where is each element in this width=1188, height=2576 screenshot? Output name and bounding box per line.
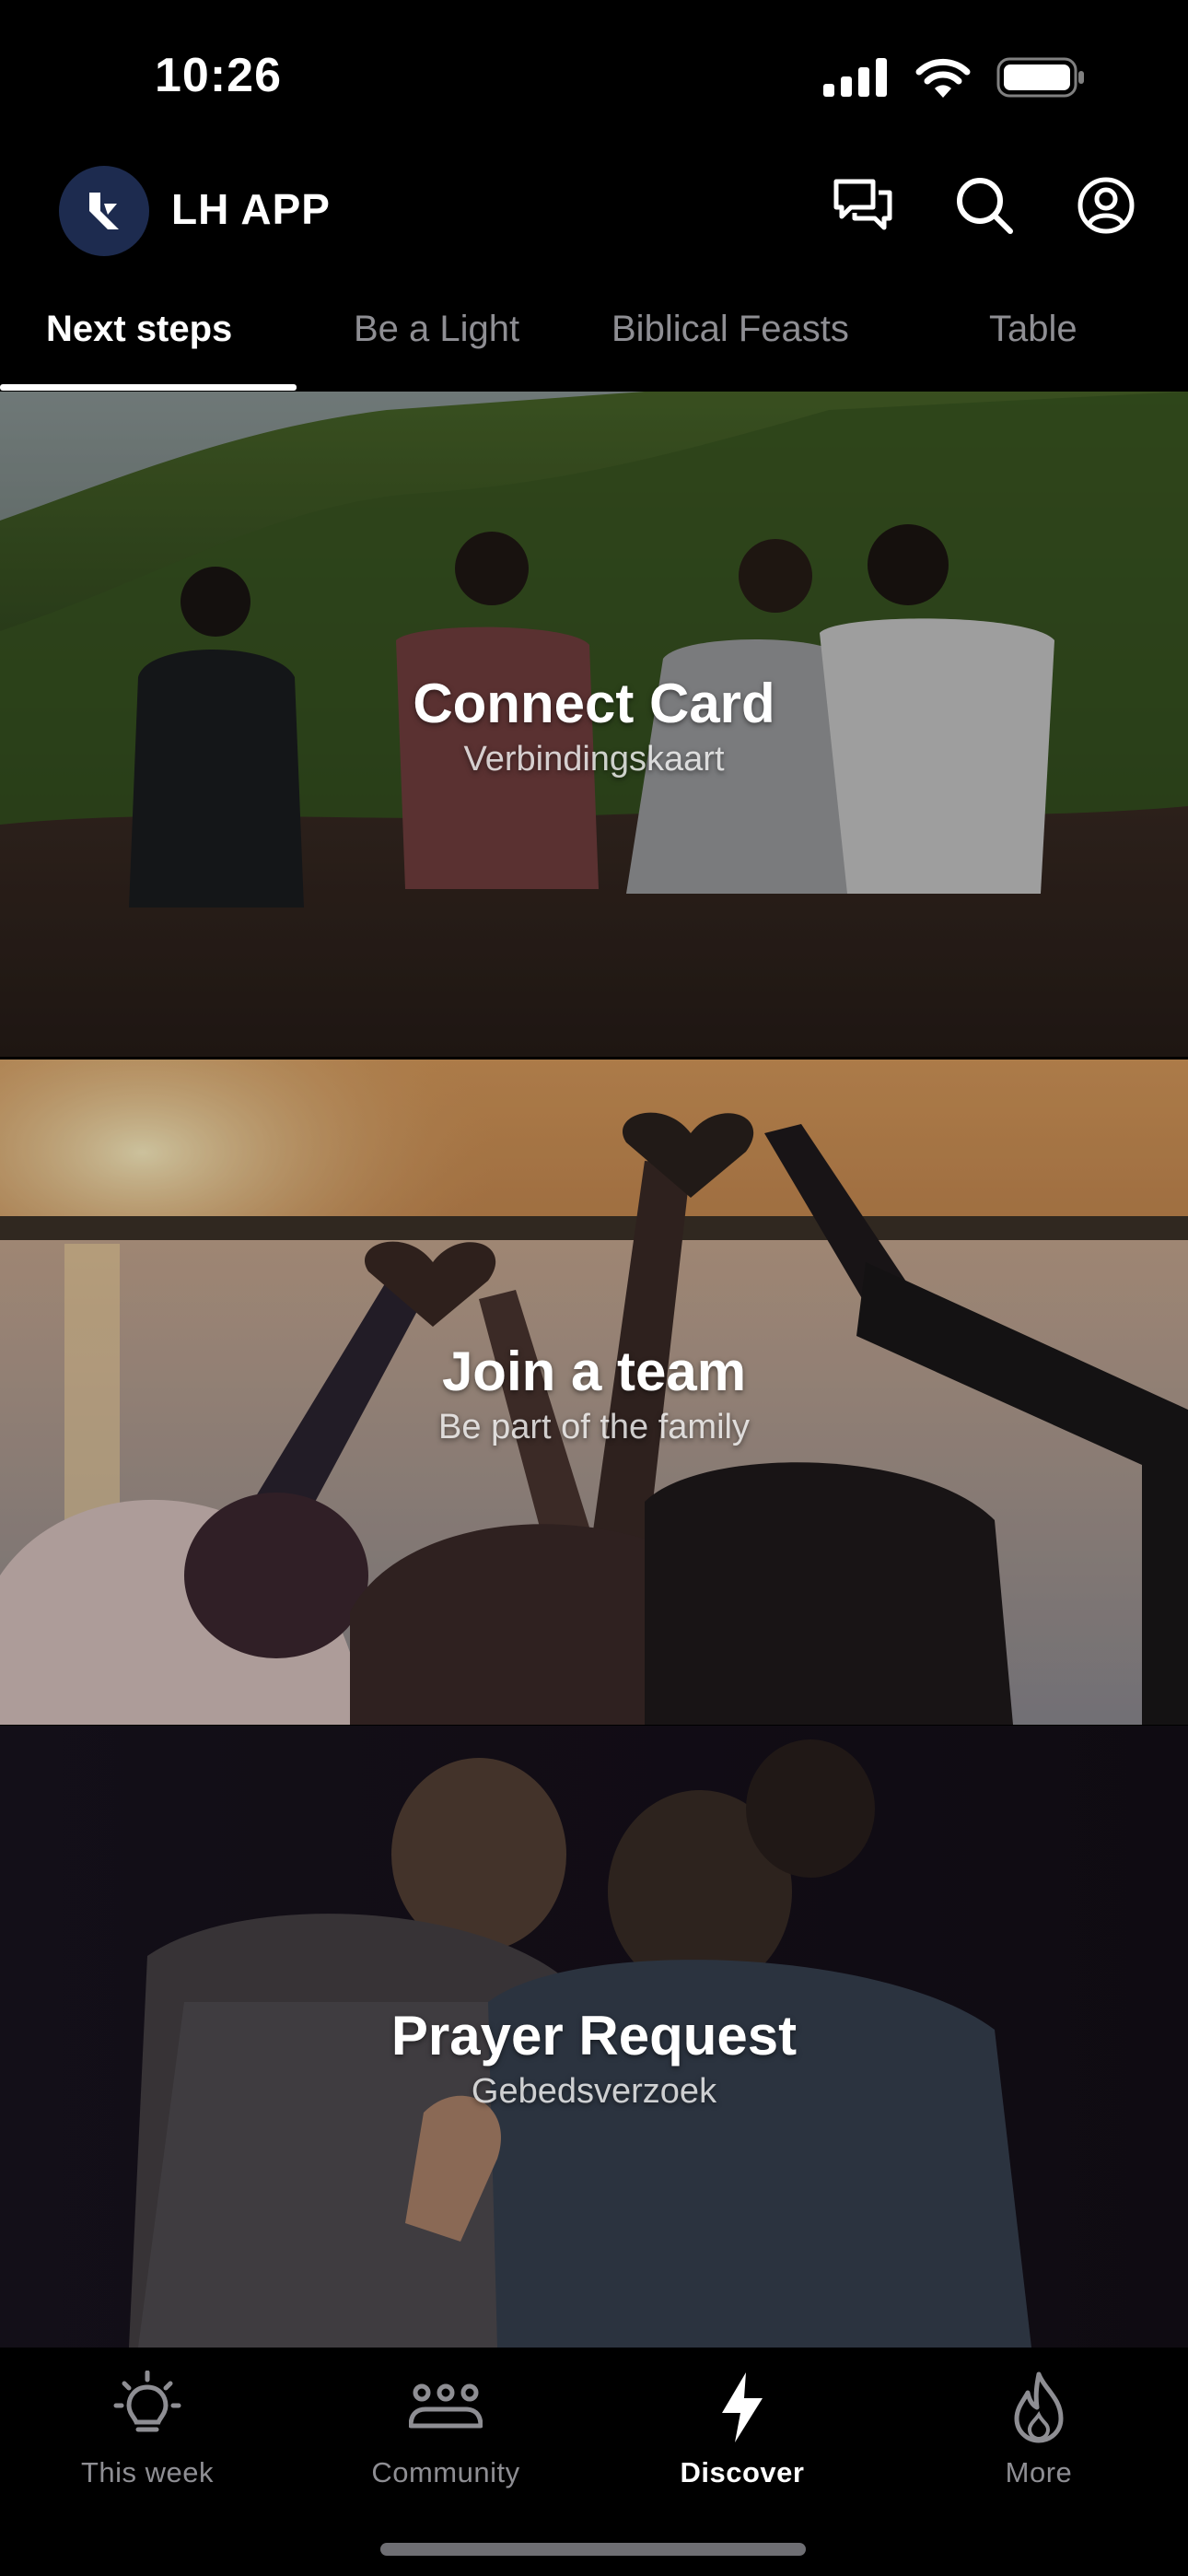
tab-bar: Next steps Be a Light Biblical Feasts Ta…	[0, 281, 1188, 392]
people-icon	[409, 2383, 483, 2429]
nav-label: This week	[80, 2456, 215, 2488]
battery-icon	[996, 57, 1084, 98]
chat-button[interactable]	[833, 175, 893, 236]
tab-be-a-light[interactable]: Be a Light	[354, 309, 519, 350]
nav-label: More	[1005, 2456, 1073, 2488]
status-bar: 10:26	[0, 0, 1188, 157]
nav-discover[interactable]: Discover	[632, 2366, 853, 2489]
active-tab-indicator	[0, 384, 297, 391]
bottom-nav: This week Community Discover More	[0, 2348, 1188, 2576]
lightning-icon	[722, 2372, 763, 2442]
nav-this-week[interactable]: This week	[37, 2366, 258, 2489]
nav-label: Community	[371, 2456, 520, 2488]
status-icons	[823, 57, 1085, 98]
chat-icon	[833, 179, 892, 230]
card-subtitle: Verbindingskaart	[463, 740, 725, 779]
card-subtitle: Be part of the family	[438, 1408, 750, 1446]
tab-next-steps[interactable]: Next steps	[46, 309, 232, 350]
nav-more[interactable]: More	[928, 2366, 1149, 2489]
logo-icon	[89, 193, 119, 229]
tab-biblical-feasts[interactable]: Biblical Feasts	[611, 309, 849, 350]
lightbulb-icon	[113, 2371, 181, 2432]
card-subtitle: Gebedsverzoek	[471, 2072, 717, 2111]
nav-community[interactable]: Community	[335, 2366, 556, 2489]
status-time: 10:26	[155, 49, 282, 102]
app-logo[interactable]	[59, 166, 149, 256]
card-prayer-request[interactable]: Prayer Request Gebedsverzoek	[0, 1726, 1188, 2348]
card-join-a-team[interactable]: Join a team Be part of the family	[0, 1060, 1188, 1725]
cellular-signal-icon	[823, 58, 887, 97]
search-icon	[957, 178, 1013, 234]
card-title: Prayer Request	[390, 2005, 798, 2067]
wifi-icon	[915, 58, 971, 98]
user-profile-icon	[1077, 177, 1135, 234]
card-title: Join a team	[441, 1341, 747, 1402]
card-title: Connect Card	[413, 673, 775, 734]
flame-icon	[1014, 2371, 1064, 2443]
card-connect-card[interactable]: Connect Card Verbindingskaart	[0, 392, 1188, 1057]
profile-button[interactable]	[1076, 175, 1136, 236]
home-indicator	[380, 2543, 806, 2556]
search-button[interactable]	[954, 175, 1015, 236]
app-title: LH APP	[171, 185, 331, 233]
header-actions	[833, 175, 1136, 236]
nav-label: Discover	[680, 2456, 805, 2488]
app-header: LH APP	[0, 157, 1188, 263]
tab-table[interactable]: Table	[989, 309, 1077, 350]
